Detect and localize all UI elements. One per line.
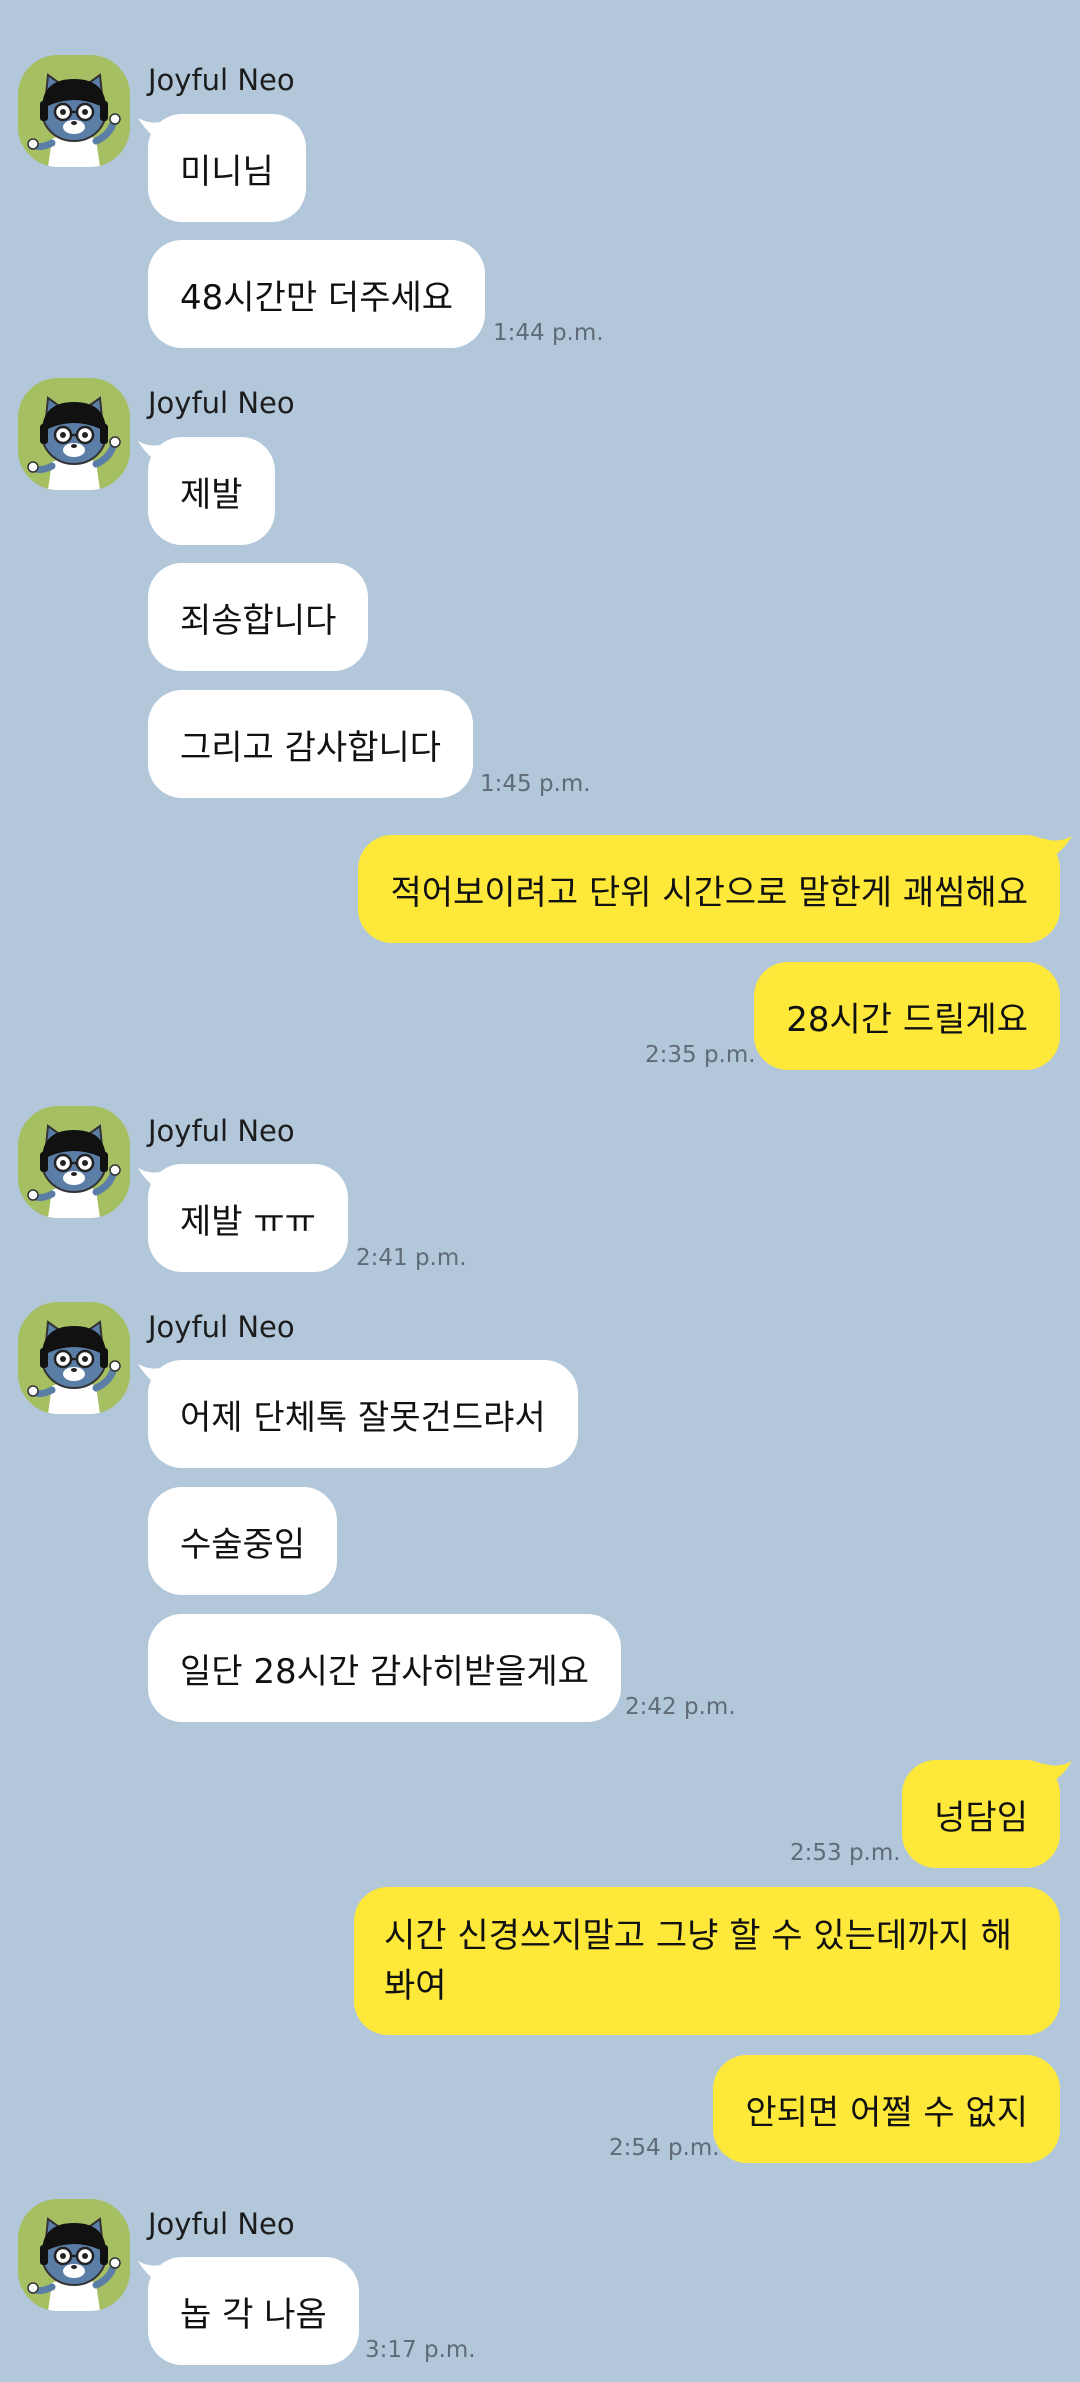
incoming-message[interactable]: 제발 xyxy=(148,437,275,545)
chat-room: Joyful Neo 미니님 48시간만 더주세요 1:44 p.m. Joyf… xyxy=(0,0,1080,2382)
neo-avatar-icon xyxy=(18,55,130,167)
incoming-message[interactable]: 놉 각 나옴 xyxy=(148,2257,359,2365)
sender-name: Joyful Neo xyxy=(148,63,295,97)
incoming-message[interactable]: 수술중임 xyxy=(148,1487,338,1595)
avatar[interactable] xyxy=(18,1302,130,1414)
message-timestamp: 2:42 p.m. xyxy=(625,1694,736,1720)
avatar[interactable] xyxy=(18,1106,130,1218)
incoming-message[interactable]: 일단 28시간 감사히받을게요 xyxy=(148,1614,621,1722)
message-timestamp: 2:54 p.m. xyxy=(609,2135,720,2161)
outgoing-message[interactable]: 안되면 어쩔 수 없지 xyxy=(713,2055,1060,2163)
incoming-message[interactable]: 48시간만 더주세요 xyxy=(148,240,486,348)
outgoing-message[interactable]: 시간 신경쓰지말고 그냥 할 수 있는데까지 해봐여 xyxy=(354,1887,1060,2035)
sender-name: Joyful Neo xyxy=(148,1310,295,1344)
neo-avatar-icon xyxy=(18,1302,130,1414)
incoming-message[interactable]: 제발 ㅠㅠ xyxy=(148,1164,348,1272)
incoming-message[interactable]: 그리고 감사합니다 xyxy=(148,690,474,798)
incoming-message[interactable]: 죄송합니다 xyxy=(148,563,369,671)
avatar[interactable] xyxy=(18,378,130,490)
outgoing-message[interactable]: 28시간 드릴게요 xyxy=(754,962,1060,1070)
message-timestamp: 2:53 p.m. xyxy=(790,1840,901,1866)
avatar[interactable] xyxy=(18,55,130,167)
neo-avatar-icon xyxy=(18,1106,130,1218)
message-timestamp: 2:35 p.m. xyxy=(645,1042,756,1068)
incoming-message[interactable]: 미니님 xyxy=(148,114,306,222)
message-timestamp: 2:41 p.m. xyxy=(356,1245,467,1271)
avatar[interactable] xyxy=(18,2199,130,2311)
sender-name: Joyful Neo xyxy=(148,2207,295,2241)
message-timestamp: 3:17 p.m. xyxy=(365,2337,476,2363)
message-timestamp: 1:44 p.m. xyxy=(493,320,604,346)
outgoing-message[interactable]: 적어보이려고 단위 시간으로 말한게 괘씸해요 xyxy=(358,835,1060,943)
sender-name: Joyful Neo xyxy=(148,386,295,420)
message-timestamp: 1:45 p.m. xyxy=(480,771,591,797)
sender-name: Joyful Neo xyxy=(148,1114,295,1148)
outgoing-message[interactable]: 넝담임 xyxy=(902,1760,1060,1868)
neo-avatar-icon xyxy=(18,378,130,490)
incoming-message[interactable]: 어제 단체톡 잘못건드랴서 xyxy=(148,1360,578,1468)
neo-avatar-icon xyxy=(18,2199,130,2311)
